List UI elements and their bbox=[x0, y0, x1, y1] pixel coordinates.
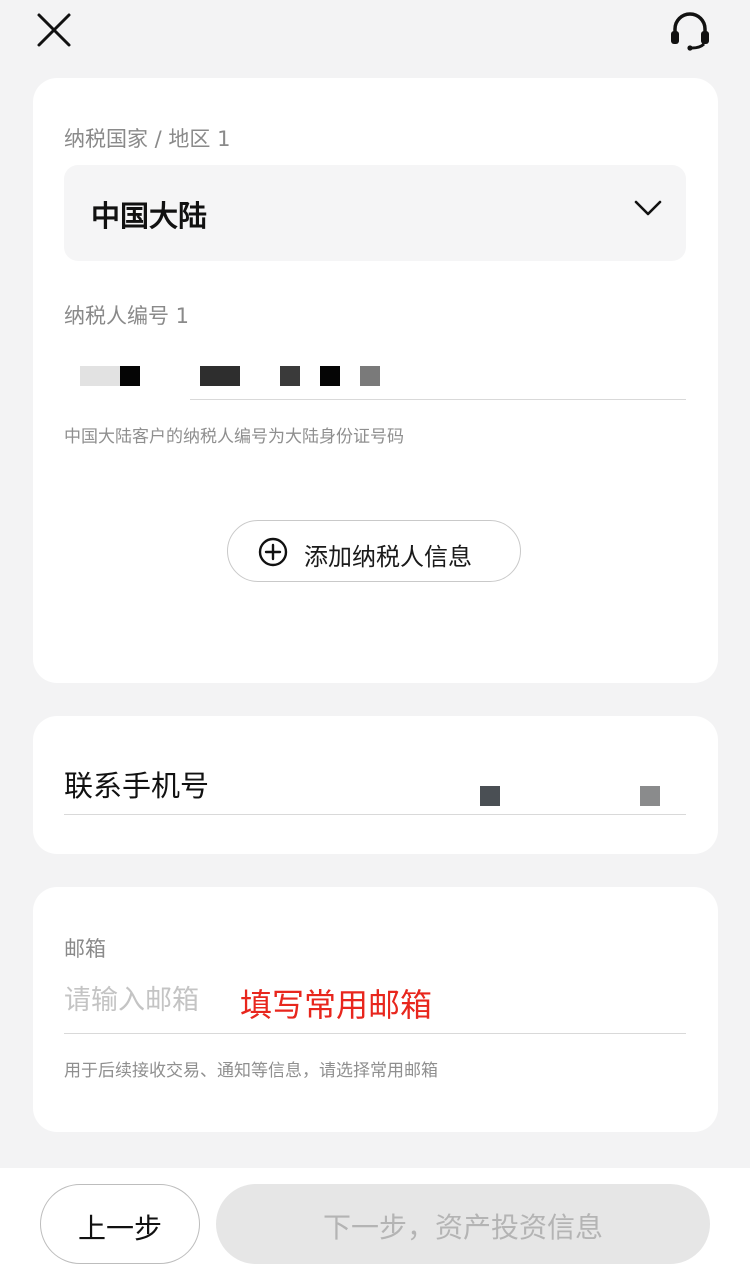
masked-value-block bbox=[320, 366, 340, 386]
close-button[interactable] bbox=[36, 12, 72, 48]
masked-value-block bbox=[480, 786, 500, 806]
taxpayer-id-hint: 中国大陆客户的纳税人编号为大陆身份证号码 bbox=[64, 427, 404, 447]
input-underline bbox=[190, 399, 686, 400]
email-input[interactable] bbox=[64, 980, 224, 1020]
taxpayer-id-field[interactable] bbox=[64, 348, 686, 400]
masked-value-block bbox=[280, 366, 300, 386]
prev-step-button[interactable]: 上一步 bbox=[40, 1184, 200, 1264]
email-underline bbox=[64, 1033, 686, 1034]
phone-underline bbox=[64, 814, 686, 815]
next-step-label: 下一步，资产投资信息 bbox=[322, 1211, 603, 1244]
add-taxpayer-button[interactable]: 添加纳税人信息 bbox=[227, 520, 521, 582]
tax-info-card: 纳税国家 / 地区 1 中国大陆 纳税人编号 1 中国大陆客户的纳税人编号为大陆… bbox=[33, 78, 718, 683]
headset-icon bbox=[671, 12, 709, 51]
masked-value-block bbox=[200, 366, 240, 386]
phone-card: 联系手机号 bbox=[33, 716, 718, 854]
customer-service-button[interactable] bbox=[668, 10, 712, 52]
masked-value-block bbox=[120, 366, 140, 386]
chevron-down-icon bbox=[634, 200, 662, 216]
tax-country-value: 中国大陆 bbox=[91, 199, 208, 233]
taxpayer-id-label: 纳税人编号 1 bbox=[64, 304, 190, 328]
tax-country-select[interactable]: 中国大陆 bbox=[64, 165, 686, 261]
add-taxpayer-label: 添加纳税人信息 bbox=[304, 543, 472, 571]
bottom-action-bar: 上一步 下一步，资产投资信息 bbox=[0, 1168, 750, 1280]
email-card: 邮箱 填写常用邮箱 用于后续接收交易、通知等信息，请选择常用邮箱 bbox=[33, 887, 718, 1132]
close-icon bbox=[37, 13, 71, 47]
email-hint: 用于后续接收交易、通知等信息，请选择常用邮箱 bbox=[64, 1061, 438, 1081]
next-step-button[interactable]: 下一步，资产投资信息 bbox=[216, 1184, 710, 1264]
masked-value-block bbox=[80, 366, 120, 386]
phone-label: 联系手机号 bbox=[64, 769, 210, 803]
phone-field[interactable] bbox=[453, 776, 686, 816]
email-label: 邮箱 bbox=[64, 937, 106, 961]
plus-circle-icon bbox=[258, 537, 288, 567]
tax-country-label: 纳税国家 / 地区 1 bbox=[64, 127, 231, 151]
masked-value-block bbox=[360, 366, 380, 386]
prev-step-label: 上一步 bbox=[77, 1212, 162, 1245]
masked-value-block bbox=[640, 786, 660, 806]
email-annotation: 填写常用邮箱 bbox=[240, 986, 433, 1024]
